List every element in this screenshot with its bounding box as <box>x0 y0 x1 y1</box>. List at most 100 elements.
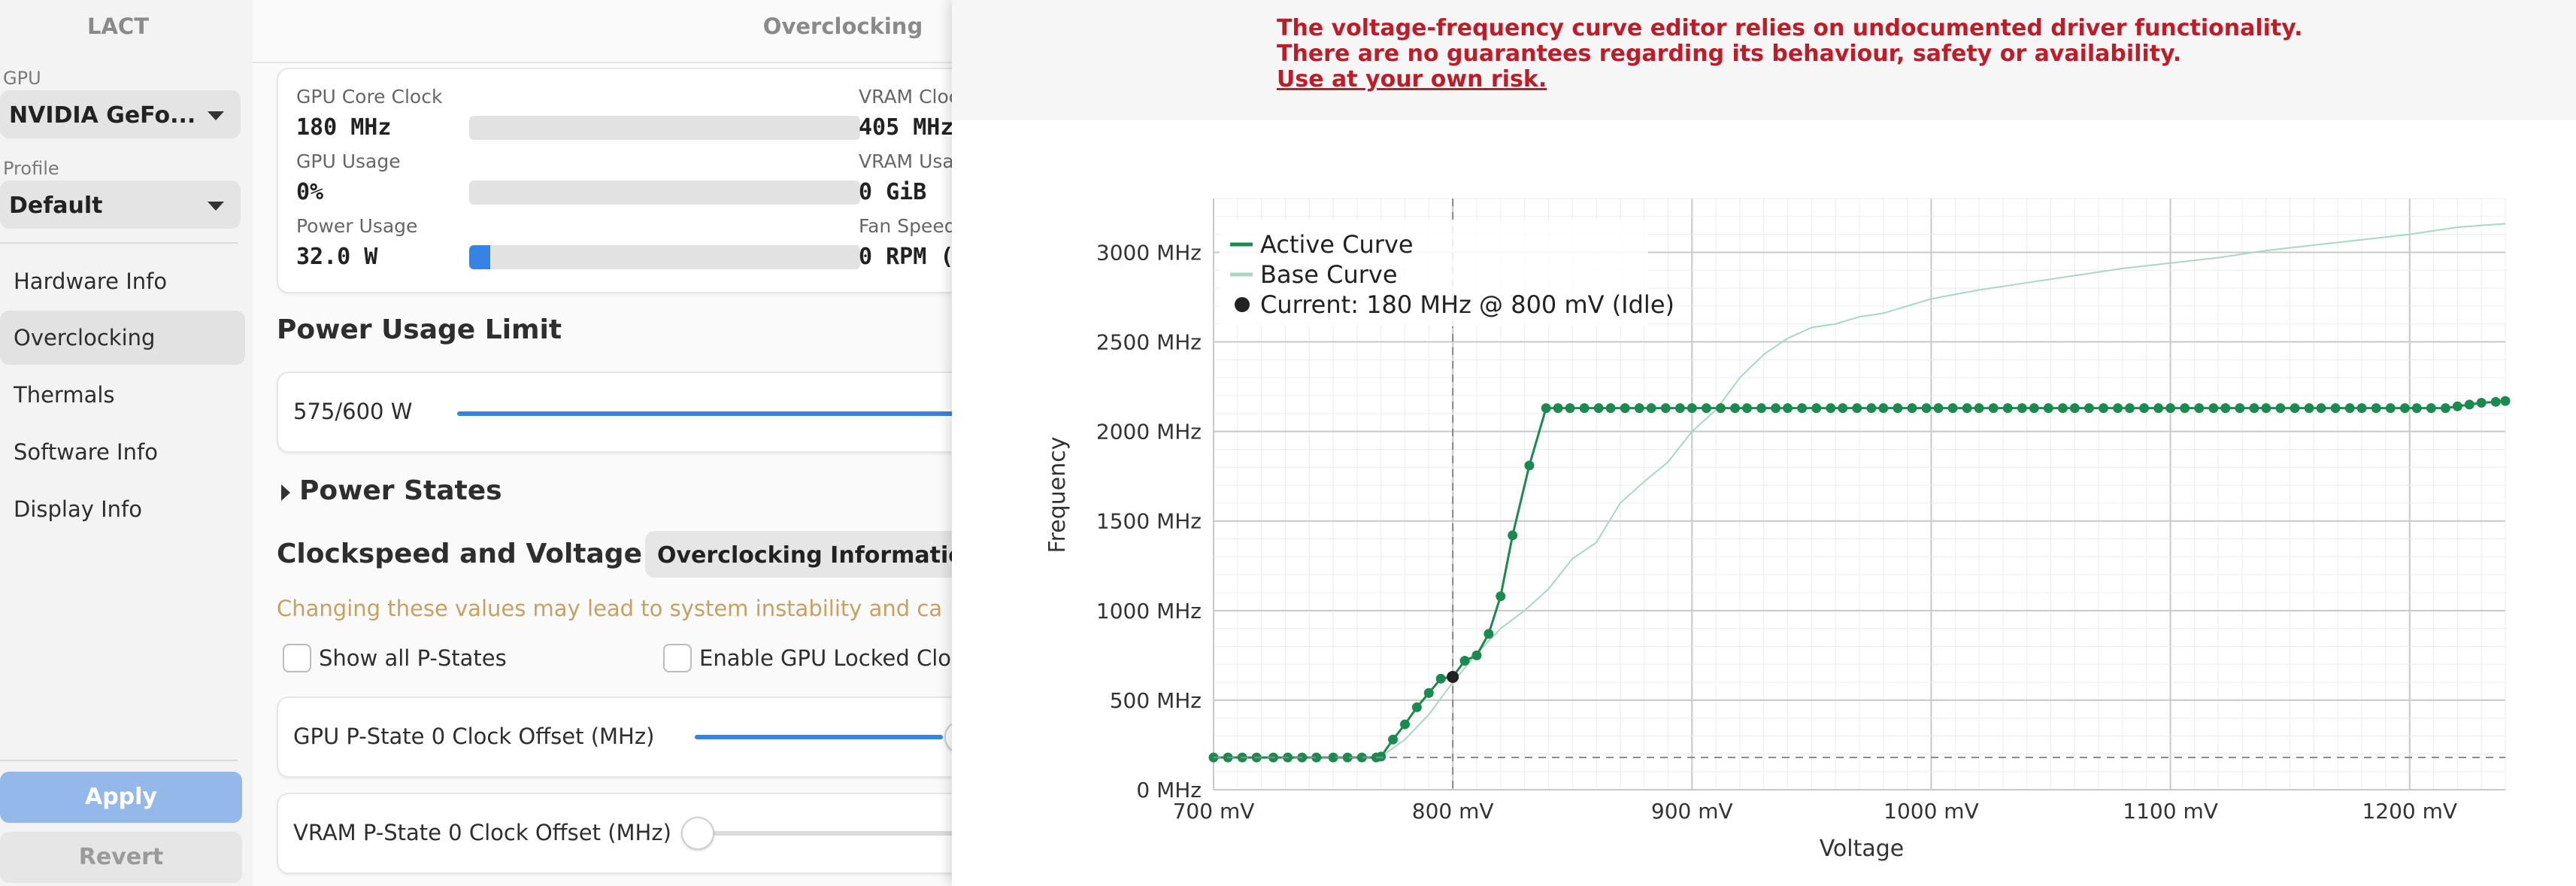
active-curve-point <box>2249 403 2259 414</box>
sidebar: LACT GPU NVIDIA GeFo... Profile Default … <box>0 0 254 886</box>
active-curve-point <box>2399 403 2410 414</box>
active-curve-point <box>1933 403 1944 414</box>
active-curve-point <box>2220 403 2231 414</box>
sidebar-item-label: Thermals <box>14 382 115 408</box>
gpu-usage-label: GPU Usage <box>296 150 401 172</box>
sidebar-item-label: Software Info <box>14 439 158 465</box>
active-curve-point <box>1715 403 1726 414</box>
vram-offset-label: VRAM P-State 0 Clock Offset (MHz) <box>293 820 671 845</box>
power-limit-slider[interactable] <box>457 411 952 416</box>
gpu-offset-card: GPU P-State 0 Clock Offset (MHz) <box>277 696 952 778</box>
sidebar-item-thermals[interactable]: Thermals <box>0 368 245 422</box>
active-curve-point <box>2180 403 2190 414</box>
active-curve-point <box>2029 403 2039 414</box>
sidebar-item-overclocking[interactable]: Overclocking <box>0 311 245 365</box>
vram-clock-label: VRAM Cloc <box>859 86 952 108</box>
power-usage-bar <box>469 245 860 269</box>
active-curve-point <box>2208 403 2219 414</box>
sidebar-item-hardware-info[interactable]: Hardware Info <box>0 254 245 308</box>
active-curve-point <box>2464 399 2474 410</box>
y-tick-label: 0 MHz <box>1136 778 1202 803</box>
gpu-usage-bar <box>469 181 860 205</box>
y-tick-label: 3000 MHz <box>1096 240 1202 265</box>
power-limit-value: 575/600 W <box>293 399 413 424</box>
active-curve-point <box>1471 650 1482 660</box>
active-curve-point <box>2261 403 2271 414</box>
power-limit-card: 575/600 W <box>277 372 952 453</box>
active-curve-point <box>1687 403 1697 414</box>
sidebar-item-label: Overclocking <box>14 325 156 350</box>
vram-clock-value: 405 MHz <box>859 114 952 141</box>
gpu-label: GPU <box>3 68 41 89</box>
active-curve-point <box>1593 403 1604 414</box>
active-curve-point <box>1376 751 1386 762</box>
active-curve-point <box>1921 403 1932 414</box>
legend-base-label: Base Curve <box>1260 260 1398 289</box>
revert-button[interactable]: Revert <box>0 832 242 883</box>
power-usage-label: Power Usage <box>296 215 418 237</box>
vram-usage-label: VRAM Usa <box>859 150 952 172</box>
gpu-offset-label: GPU P-State 0 Clock Offset (MHz) <box>293 724 655 749</box>
active-curve-point <box>2084 403 2094 414</box>
active-curve-point <box>2235 403 2245 414</box>
gpu-offset-slider-handle[interactable] <box>944 721 952 754</box>
gpu-offset-slider[interactable] <box>695 735 943 739</box>
y-axis-label: Frequency <box>1044 437 1071 554</box>
y-tick-label: 2500 MHz <box>1096 330 1202 355</box>
vram-offset-slider[interactable] <box>699 831 952 836</box>
app-title: LACT <box>87 14 149 39</box>
active-curve-point <box>1496 591 1506 602</box>
page-title: Overclocking <box>762 14 923 39</box>
enable-locked-clocks-checkbox[interactable] <box>663 644 692 672</box>
active-curve-point <box>1811 403 1822 414</box>
instability-warning: Changing these values may lead to system… <box>277 596 943 621</box>
active-curve-point <box>1646 403 1656 414</box>
active-curve-point <box>2371 403 2381 414</box>
vf-curve-chart[interactable]: 700 mV 800 mV 900 mV 1000 mV 1100 mV 1200 mV0… <box>952 0 2576 886</box>
active-curve-point <box>2385 403 2396 414</box>
y-tick-label: 500 MHz <box>1110 688 1202 713</box>
gpu-select[interactable]: NVIDIA GeFo... <box>0 90 241 138</box>
active-curve-point <box>1947 403 1958 414</box>
active-curve-point <box>2290 403 2300 414</box>
x-tick-label: 800 mV <box>1412 799 1494 824</box>
active-curve-point <box>2275 403 2286 414</box>
x-axis-label: Voltage <box>1820 836 1905 862</box>
active-curve-point <box>1435 673 1446 684</box>
active-curve-point <box>1634 403 1644 414</box>
active-curve-point <box>1988 403 1999 414</box>
y-tick-label: 1000 MHz <box>1096 599 1202 624</box>
active-curve-point <box>2426 403 2436 414</box>
show-all-pstates-checkbox[interactable] <box>283 644 311 672</box>
sidebar-item-software-info[interactable]: Software Info <box>0 425 245 479</box>
gpu-usage-value: 0% <box>296 179 324 205</box>
active-curve-point <box>2476 398 2487 408</box>
y-tick-label: 2000 MHz <box>1096 420 1202 445</box>
active-curve-point <box>1893 403 1903 414</box>
active-curve-point <box>2316 403 2326 414</box>
power-states-title[interactable]: Power States <box>299 475 502 506</box>
sidebar-item-display-info[interactable]: Display Info <box>0 482 245 536</box>
active-curve-point <box>1797 403 1808 414</box>
fan-speed-value: 0 RPM ( <box>859 244 952 270</box>
x-tick-label: 900 mV <box>1651 799 1733 824</box>
overclocking-info-button[interactable]: Overclocking Informatio <box>645 531 952 578</box>
expander-arrow-icon[interactable] <box>281 484 290 501</box>
active-curve-point <box>2002 403 2013 414</box>
overclocking-info-label: Overclocking Informatio <box>657 542 952 569</box>
active-curve-point <box>1852 403 1862 414</box>
active-curve-point <box>1524 460 1535 471</box>
active-curve-point <box>1620 403 1630 414</box>
active-curve-point <box>2125 403 2135 414</box>
current-point-marker <box>1447 670 1459 683</box>
apply-button[interactable]: Apply <box>0 772 242 823</box>
sidebar-divider <box>0 760 238 761</box>
clockspeed-title: Clockspeed and Voltage <box>277 539 642 569</box>
active-curve-point <box>2099 403 2109 414</box>
x-tick-label: 1100 mV <box>2123 799 2218 824</box>
active-curve-point <box>1400 719 1411 730</box>
vram-offset-slider-handle[interactable] <box>681 817 714 850</box>
stats-card: GPU Core Clock 180 MHz GPU Usage 0% Powe… <box>277 68 952 293</box>
profile-select[interactable]: Default <box>0 181 241 229</box>
active-curve-point <box>2490 396 2501 407</box>
